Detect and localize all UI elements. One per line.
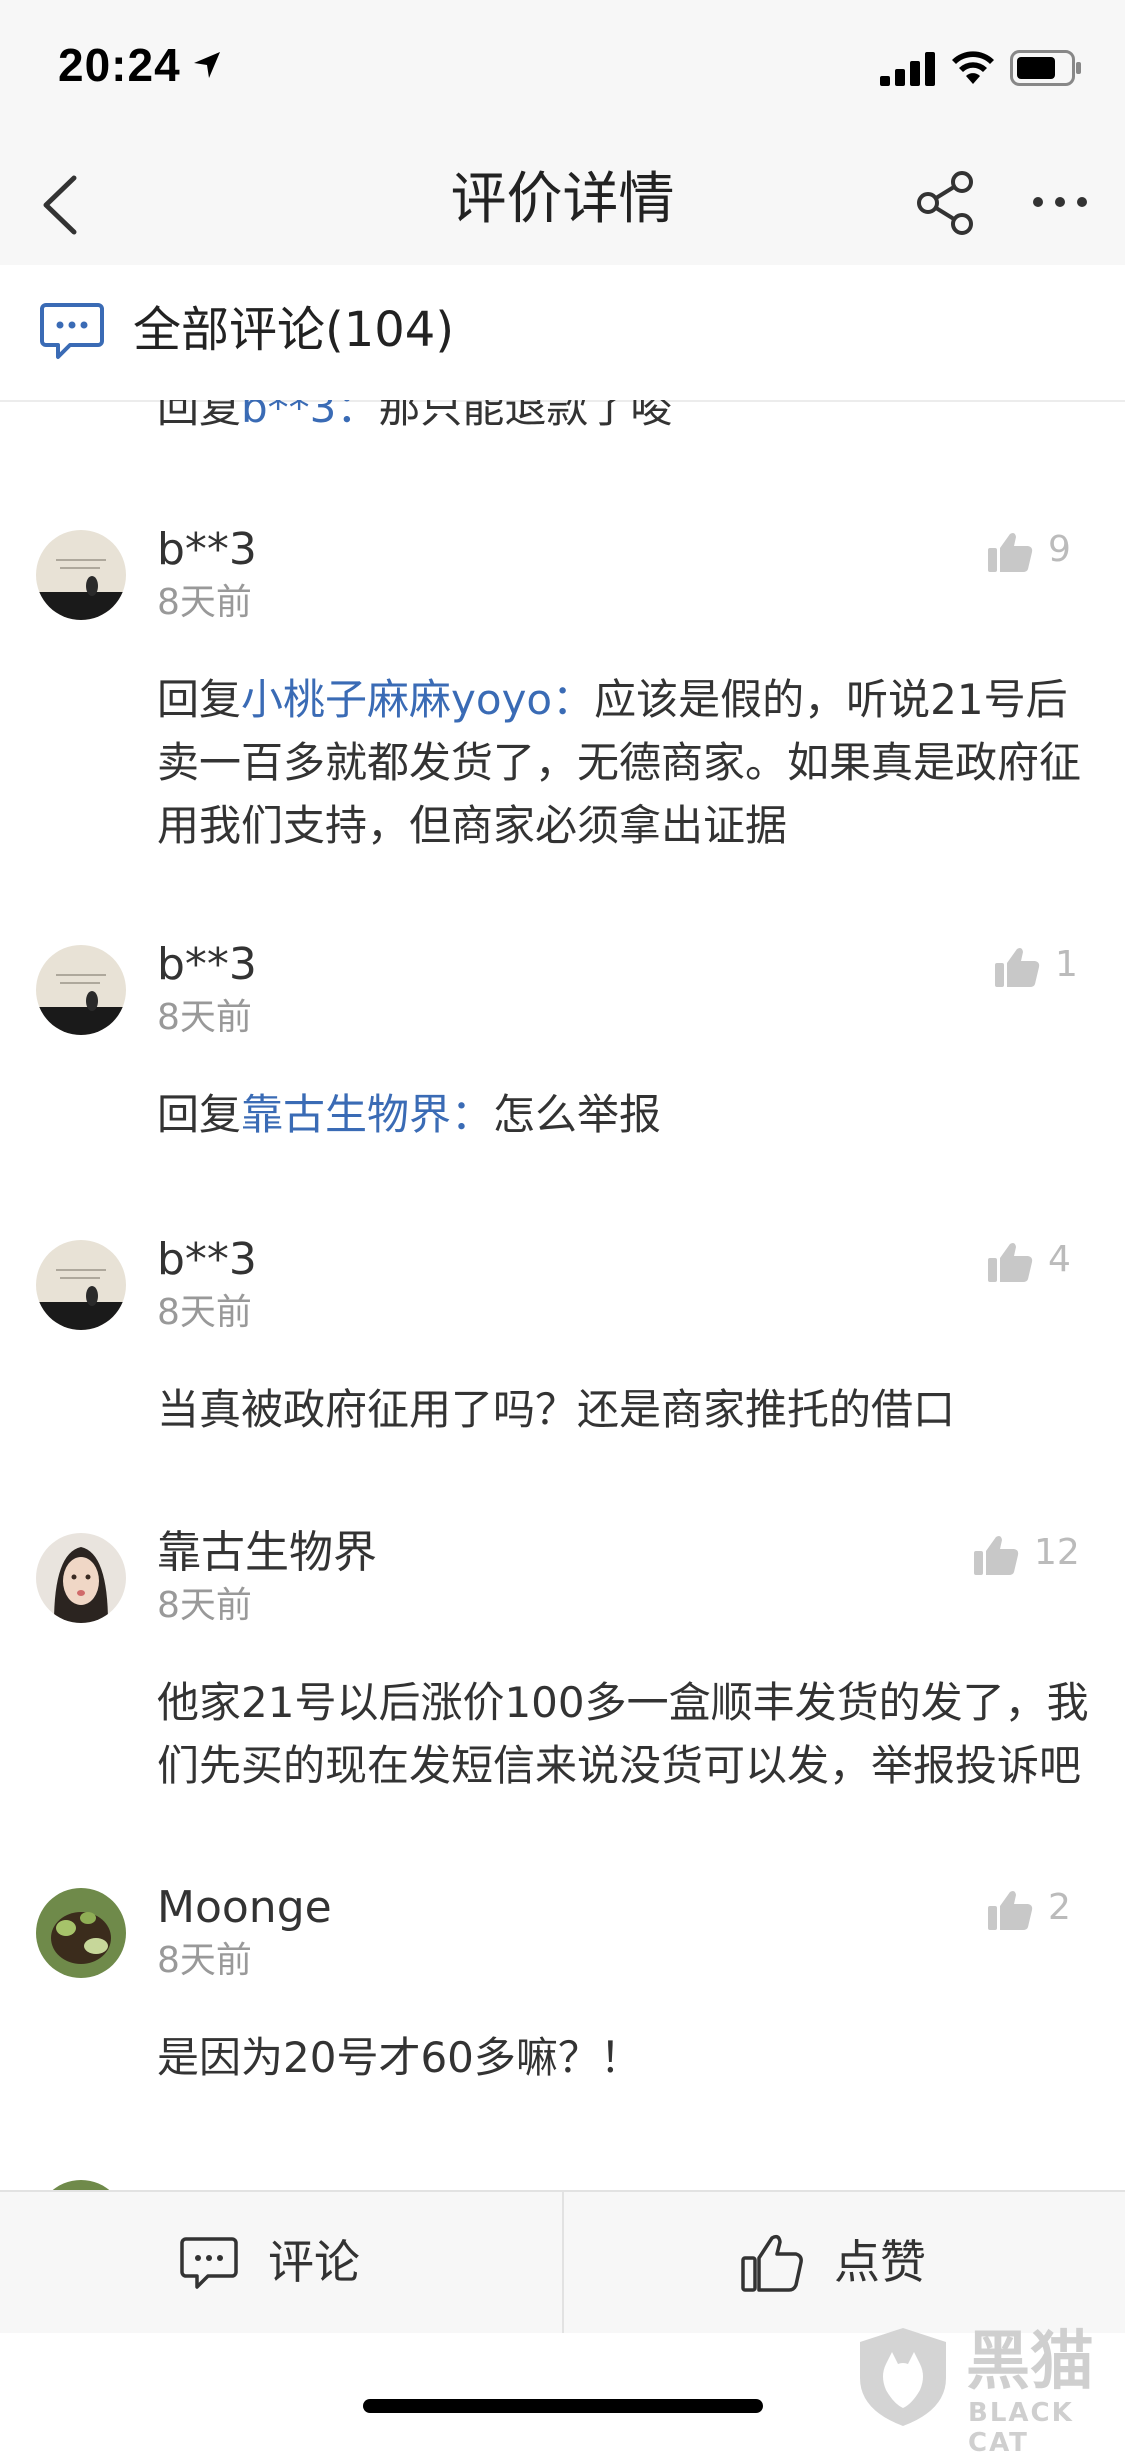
thumbs-up-icon[interactable] bbox=[986, 1888, 1034, 1932]
cat-shield-logo-icon bbox=[860, 2328, 946, 2426]
status-time: 20:24 bbox=[58, 39, 181, 91]
like-count: 4 bbox=[1048, 1239, 1071, 1280]
reply-to-link[interactable]: 靠古生物界： bbox=[241, 1090, 493, 1139]
avatar[interactable] bbox=[36, 530, 126, 620]
like-count: 12 bbox=[1034, 1532, 1080, 1573]
comment-text: 他家21号以后涨价100多一盒顺丰发货的发了，我们先买的现在发短信来说没货可以发… bbox=[157, 1678, 1089, 1790]
reply-prefix: 回复 bbox=[157, 675, 242, 724]
like-count: 2 bbox=[1048, 1887, 1071, 1928]
comment-text: 当真被政府征用了吗？还是商家推托的借口 bbox=[157, 1385, 956, 1434]
wifi-icon bbox=[952, 51, 994, 84]
like-count: 1 bbox=[1055, 944, 1078, 985]
username[interactable]: b**3 bbox=[157, 1230, 257, 1290]
comment-list[interactable]: 回复b**3：那只能退款了唆 b**3 8天前 9 回复小桃子麻麻yoyo：应该… bbox=[0, 400, 1125, 2190]
username[interactable]: 靠古生物界 bbox=[157, 1523, 377, 1583]
avatar[interactable] bbox=[36, 1888, 126, 1978]
reply-prefix: 回复 bbox=[157, 400, 242, 432]
thumbs-up-icon[interactable] bbox=[972, 1533, 1020, 1577]
avatar[interactable] bbox=[36, 1240, 126, 1330]
bottom-action-bar: 评论 点赞 bbox=[0, 2190, 1125, 2335]
like-button[interactable]: 点赞 bbox=[834, 2230, 926, 2294]
navigation-bar: 评价详情 bbox=[0, 140, 1125, 265]
status-bar: 20:24 bbox=[0, 0, 1125, 140]
comment-text: 是因为20号才60多嘛？！ bbox=[157, 2033, 642, 2082]
thumbs-up-icon[interactable] bbox=[993, 945, 1041, 989]
partial-comment-text: 回复b**3：那只能退款了唆 bbox=[157, 400, 672, 438]
like-count: 9 bbox=[1048, 529, 1071, 570]
username[interactable]: b**3 bbox=[157, 935, 257, 995]
more-options-icon[interactable] bbox=[1030, 190, 1090, 214]
comment-text: 回复小桃子麻麻yoyo：应该是假的，听说21号后卖一百多就都发货了，无德商家。如… bbox=[157, 668, 1092, 857]
battery-icon bbox=[1010, 50, 1081, 86]
comment-icon[interactable] bbox=[180, 2236, 238, 2292]
watermark: 黑猫 BLACK CAT bbox=[850, 2318, 1125, 2458]
comment-time: 8天前 bbox=[157, 1292, 252, 1333]
comments-section-header: 全部评论(104) bbox=[0, 265, 1125, 402]
partial-text: 那只能退款了唆 bbox=[378, 400, 673, 432]
location-arrow-icon bbox=[194, 52, 220, 78]
reply-to-link[interactable]: b**3： bbox=[241, 400, 378, 432]
comment-time: 8天前 bbox=[157, 997, 252, 1038]
divider bbox=[562, 2192, 564, 2335]
thumbs-up-icon[interactable] bbox=[986, 530, 1034, 574]
username[interactable]: b**3 bbox=[157, 520, 257, 580]
share-icon[interactable] bbox=[912, 168, 978, 238]
watermark-en: BLACK CAT bbox=[968, 2398, 1074, 2458]
thumbs-up-icon[interactable] bbox=[986, 1240, 1034, 1284]
reply-to-link[interactable]: 小桃子麻麻yoyo： bbox=[241, 675, 594, 724]
comment-time: 8天前 bbox=[157, 1585, 252, 1626]
comment-text: 回复靠古生物界：怎么举报 bbox=[157, 1083, 1092, 1146]
section-title: 全部评论(104) bbox=[133, 302, 455, 358]
watermark-cn: 黑猫 bbox=[966, 2325, 1094, 2399]
comment-button[interactable]: 评论 bbox=[268, 2230, 360, 2294]
avatar[interactable] bbox=[36, 945, 126, 1035]
comment-time: 8天前 bbox=[157, 582, 252, 623]
reply-prefix: 回复 bbox=[157, 1090, 242, 1139]
avatar[interactable] bbox=[36, 1533, 126, 1623]
thumbs-up-icon[interactable] bbox=[740, 2232, 804, 2294]
comment-body: 怎么举报 bbox=[493, 1090, 662, 1139]
avatar[interactable] bbox=[36, 2180, 126, 2190]
comment-time: 8天前 bbox=[157, 1940, 252, 1981]
cellular-signal-icon bbox=[880, 52, 935, 86]
home-indicator[interactable] bbox=[363, 2399, 763, 2413]
username[interactable]: Moonge bbox=[157, 1878, 332, 1938]
comment-bubble-icon bbox=[40, 303, 104, 359]
